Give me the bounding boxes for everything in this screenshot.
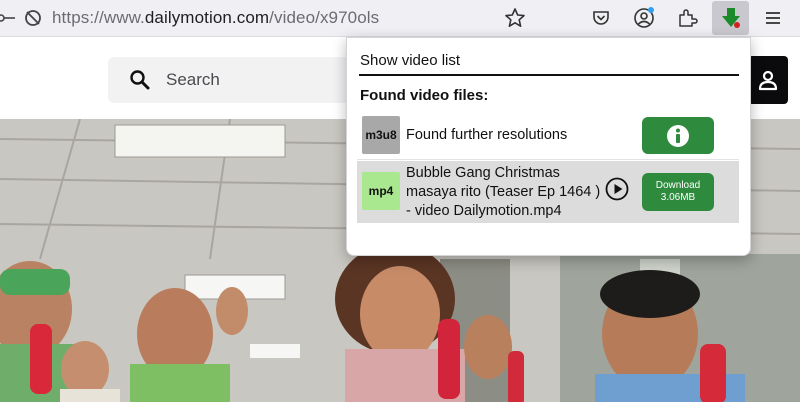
search-icon: [128, 68, 152, 92]
search-placeholder: Search: [166, 70, 220, 89]
hamburger-menu-icon[interactable]: [761, 6, 785, 30]
url-domain: dailymotion.com: [144, 8, 270, 27]
item-title: Found further resolutions: [406, 127, 568, 143]
video-downloader-extension-button[interactable]: [712, 1, 749, 35]
search-input[interactable]: Search: [108, 57, 368, 103]
info-icon: [666, 124, 690, 148]
mp4-badge: mp4: [362, 172, 400, 210]
url-text[interactable]: https://www.dailymotion.com/video/x970ol…: [52, 8, 379, 28]
video-downloader-popup: Show video list Found video files: m3u8 …: [346, 37, 751, 256]
address-bar[interactable]: https://www.dailymotion.com/video/x970ol…: [0, 0, 535, 36]
account-icon[interactable]: [632, 6, 656, 30]
file-size: 3.06MB: [660, 192, 696, 203]
info-button[interactable]: [642, 117, 714, 154]
pocket-icon[interactable]: [589, 6, 613, 30]
site-permissions-icon[interactable]: [0, 6, 18, 30]
tracking-protection-icon[interactable]: [21, 6, 45, 30]
list-item: mp4 Bubble Gang Christmas masaya rito (T…: [357, 161, 739, 223]
show-video-list-link[interactable]: Show video list: [360, 52, 460, 69]
item-title: Bubble Gang Christmas masaya rito (Tease…: [406, 165, 601, 219]
download-arrow-icon: [719, 6, 743, 30]
play-preview-button[interactable]: [605, 177, 629, 201]
found-files-heading: Found video files:: [360, 87, 489, 104]
list-item: m3u8 Found further resolutions: [357, 111, 739, 160]
url-prefix: https://www.: [52, 8, 145, 27]
login-button[interactable]: [748, 56, 788, 104]
bookmark-star-icon[interactable]: [503, 6, 527, 30]
download-button[interactable]: Download 3.06MB: [642, 173, 714, 211]
extensions-puzzle-icon[interactable]: [675, 6, 699, 30]
download-label: Download: [655, 180, 701, 191]
user-icon: [756, 68, 780, 92]
divider: [359, 74, 739, 76]
url-path: /video/x970ols: [269, 8, 380, 27]
browser-toolbar: https://www.dailymotion.com/video/x970ol…: [0, 0, 800, 37]
m3u8-badge: m3u8: [362, 116, 400, 154]
play-circle-icon: [605, 177, 629, 201]
